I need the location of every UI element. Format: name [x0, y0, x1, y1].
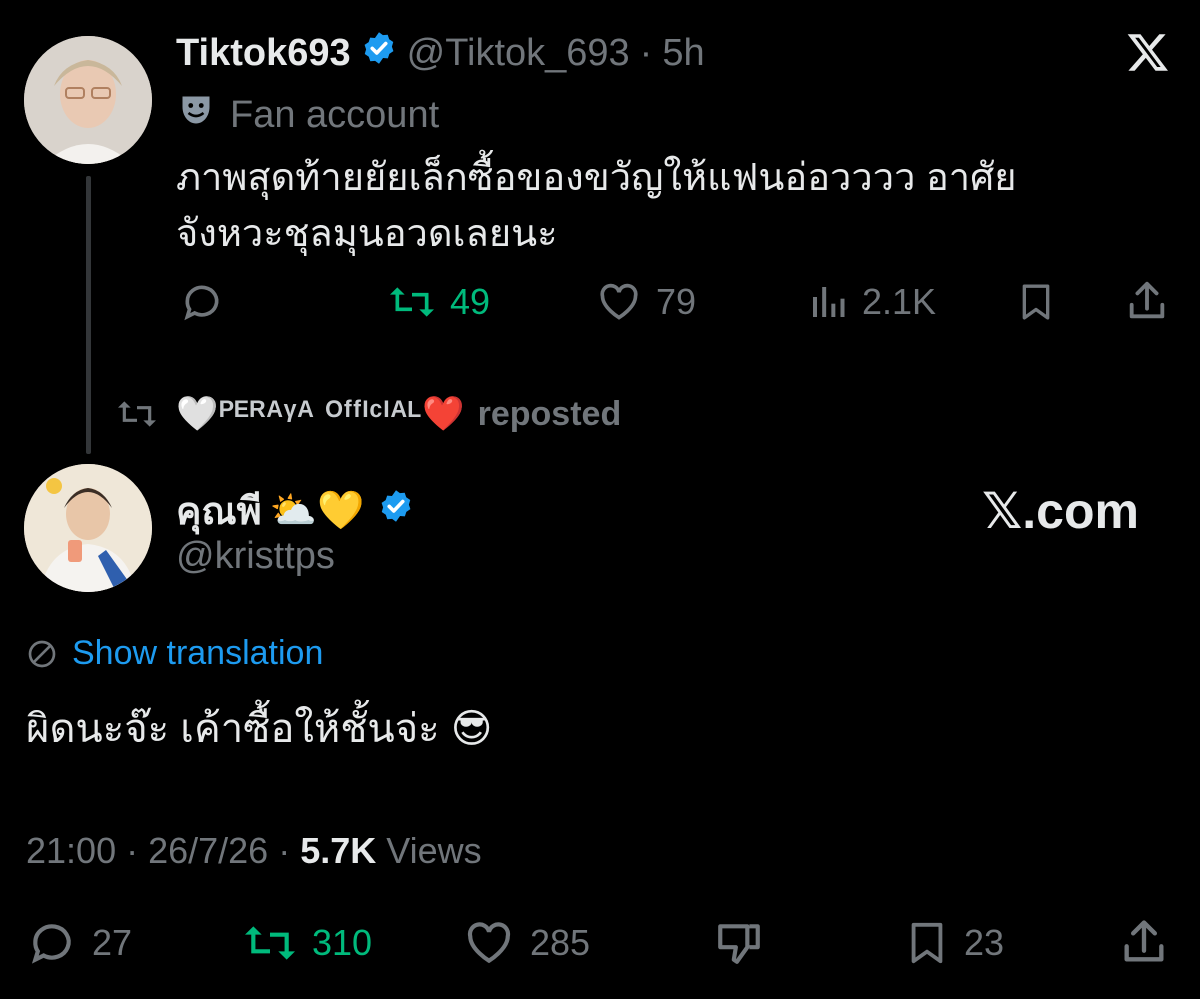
bookmark-icon — [911, 922, 943, 964]
x-logo-icon[interactable] — [1126, 30, 1170, 79]
separator-dot: · — [278, 830, 291, 871]
like-button[interactable]: 79 — [596, 280, 696, 324]
view-count: 2.1K — [862, 281, 937, 322]
share-icon — [1124, 920, 1164, 962]
views-label: Views — [386, 830, 482, 871]
reply-count: 27 — [92, 922, 133, 963]
bookmark-icon — [1022, 284, 1050, 320]
retweet-count: 49 — [450, 281, 491, 322]
downvote-button[interactable] — [712, 918, 766, 973]
translate-icon — [28, 640, 56, 667]
main-tweet-name-row: คุณพี ⛅💛 — [176, 480, 414, 541]
bookmark-button[interactable] — [1016, 280, 1056, 329]
main-tweet-text: ผิดนะจ๊ะ เค้าซื้อให้ชั้นจ่ะ 😎 — [26, 707, 493, 751]
quoted-tweet-text: ภาพสุดท้ายยัยเล็กซื้อของขวัญให้แฟนอ่อววว… — [176, 150, 1166, 262]
display-name[interactable]: คุณพี — [176, 480, 262, 541]
views-button[interactable]: 2.1K — [808, 280, 936, 324]
like-count: 79 — [656, 281, 697, 322]
thread-connector-line — [86, 176, 91, 454]
repost-indicator-icon — [118, 401, 156, 427]
verified-badge-icon — [361, 30, 397, 76]
display-name[interactable]: Tiktok693 — [176, 32, 351, 75]
like-button[interactable]: 285 — [462, 918, 590, 968]
reposted-label: reposted — [477, 394, 622, 433]
tweet-meta: 21:00 · 26/7/26 · 5.7K Views — [26, 830, 482, 872]
affiliate-label: Fan account — [178, 92, 439, 138]
thumbs-down-icon — [718, 924, 760, 964]
reply-icon — [184, 285, 219, 321]
reply-icon — [31, 924, 71, 964]
views-count: 5.7K — [300, 830, 377, 871]
avatar-kristtps[interactable] — [24, 464, 152, 592]
timestamp[interactable]: 5h — [662, 32, 704, 75]
bookmark-button[interactable]: 23 — [904, 918, 1004, 968]
tweet-date[interactable]: 26/7/26 — [148, 830, 268, 872]
tweet-text-line: ภาพสุดท้ายยัยเล็กซื้อของขวัญให้แฟนอ่อววว… — [176, 157, 1017, 199]
retweet-count: 310 — [312, 922, 373, 963]
heart-icon — [467, 922, 511, 964]
show-translation-button[interactable]: Show translation — [26, 634, 323, 673]
share-button[interactable] — [1118, 916, 1170, 973]
theater-mask-icon — [178, 92, 214, 138]
retweet-icon — [390, 287, 434, 317]
bookmark-count: 23 — [964, 922, 1005, 963]
separator-dot: · — [639, 31, 653, 74]
tweet-time[interactable]: 21:00 — [26, 830, 116, 872]
tweet-text-line: จังหวะชุลมุนอวดเลยนะ — [176, 213, 558, 255]
show-translation-label: Show translation — [72, 634, 324, 672]
quoted-tweet-header: Tiktok693 @Tiktok_693 · 5h — [176, 30, 705, 76]
avatar-tiktok693[interactable] — [24, 36, 152, 164]
handle[interactable]: @kristtps — [176, 535, 335, 578]
retweet-button[interactable]: 49 — [388, 280, 490, 324]
handle[interactable]: @Tiktok_693 — [407, 32, 630, 75]
like-count: 285 — [530, 922, 591, 963]
fan-account-label: Fan account — [230, 93, 440, 136]
verified-badge-icon — [378, 488, 414, 534]
share-icon — [1129, 281, 1165, 319]
separator-dot: · — [126, 830, 139, 871]
reply-button[interactable]: 27 — [26, 918, 132, 968]
retweet-icon — [245, 926, 295, 960]
avatar-image — [24, 464, 152, 592]
analytics-icon — [813, 287, 845, 317]
reposter-name[interactable]: 🤍ᴾᴱᴿᴬᵞᴬ ᴼᶠᶠᴵᶜᴵᴬᴸ❤️ — [176, 394, 466, 434]
avatar-image — [24, 36, 152, 164]
heart-icon — [600, 283, 638, 320]
repost-banner: 🤍ᴾᴱᴿᴬᵞᴬ ᴼᶠᶠᴵᶜᴵᴬᴸ❤️ reposted — [116, 394, 621, 434]
reply-button[interactable] — [180, 280, 224, 324]
retweet-button[interactable]: 310 — [242, 918, 372, 968]
name-emoji: ⛅💛 — [269, 489, 365, 532]
share-button[interactable] — [1124, 278, 1170, 329]
x-com-watermark: 𝕏.com — [982, 483, 1139, 539]
